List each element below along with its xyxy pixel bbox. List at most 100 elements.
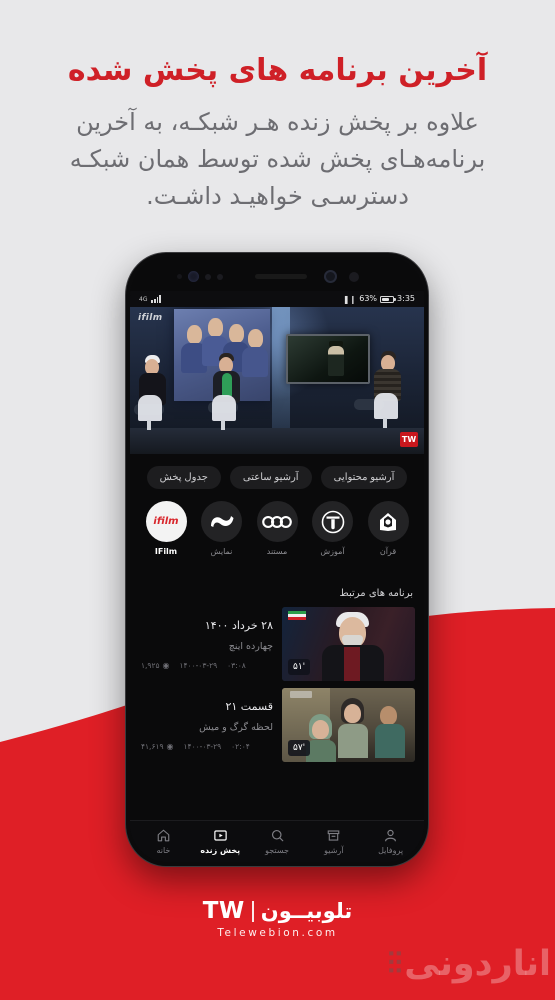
brand-divider: [251, 900, 254, 922]
headline-block: آخرین برنامه های پخش شده علاوه بر پخش زن…: [0, 52, 555, 215]
archive-tabs-row: آرشیو محتوایی آرشیو ساعتی جدول پخش: [130, 454, 424, 500]
duration-badge: ۵۱': [288, 659, 311, 675]
program-stats: ◉ ۴۱,۶۱۹ ۱۴۰۰-۰۳-۲۹ ۰۲:۰۴: [141, 742, 273, 751]
list-item[interactable]: ۵۱' ۲۸ خرداد ۱۴۰۰ چهارده اینچ ◉ ۱,۹۲۵ ۱۴…: [130, 607, 424, 688]
nav-label: آرشیو: [324, 846, 344, 855]
program-thumbnail[interactable]: ۵۱': [282, 607, 415, 681]
brand-name-en: TW: [202, 898, 245, 924]
program-thumbnail[interactable]: ۵۷': [282, 688, 415, 762]
profile-icon: [383, 828, 398, 843]
program-subtitle: چهارده اینچ: [228, 640, 273, 652]
nav-item-home[interactable]: خانه: [137, 828, 189, 855]
page-title: آخرین برنامه های پخش شده: [67, 53, 488, 88]
sensor-dot-icon: [217, 274, 223, 280]
watermark: اناردونی ⫶⫶: [387, 947, 551, 982]
channel-item-namayesh[interactable]: نمایش: [200, 501, 244, 556]
studio-tv-screen: [286, 334, 370, 384]
brand-name-fa: تلوبیــون: [260, 899, 353, 923]
list-item[interactable]: ۵۷' قسمت ۲۱ لحظه گرگ و میش ◉ ۴۱,۶۱۹ ۱۴۰۰…: [130, 688, 424, 769]
ifilm-icon: ifilm: [145, 501, 187, 542]
program-title: ۲۸ خرداد ۱۴۰۰: [204, 618, 273, 632]
nav-label: پروفایل: [378, 846, 404, 855]
views-stat: ◉ ۱,۹۲۵: [141, 661, 169, 670]
nav-item-profile[interactable]: پروفایل: [365, 828, 417, 855]
channel-label: آموزش: [320, 547, 345, 556]
amoozesh-icon: [312, 501, 353, 542]
sensor-dot-icon: [349, 272, 359, 282]
flag-overlay-icon: [288, 611, 306, 620]
time-stat: ۰۳:۰۸: [227, 660, 246, 670]
vibrate-icon: ❚❙: [342, 294, 357, 304]
signal-strength-icon: [151, 295, 161, 303]
channel-label: نمایش: [210, 547, 233, 556]
network-type-label: 4G: [139, 295, 148, 303]
watermark-text: اناردونی: [404, 944, 551, 984]
sensor-dot-icon: [205, 274, 211, 280]
nav-label: خانه: [156, 846, 171, 855]
proximity-sensor-icon: [324, 270, 337, 283]
duration-badge: ۵۷': [288, 740, 311, 756]
tw-watermark: TW: [400, 432, 418, 447]
bottom-navigation: خانه پخش زنده جستجو آرشیو پروفایل: [130, 820, 424, 862]
program-meta: قسمت ۲۱ لحظه گرگ و میش ◉ ۴۱,۶۱۹ ۱۴۰۰-۰۳-…: [139, 688, 273, 762]
footer-brand: تلوبیــون TW Telewebion.com: [0, 898, 555, 939]
nav-label: جستجو: [265, 846, 289, 855]
views-count: ۴۱,۶۱۹: [141, 741, 164, 751]
channel-logo-overlay-icon: [290, 691, 312, 698]
phone-top-bezel: [130, 257, 424, 291]
nav-item-live[interactable]: پخش زنده: [194, 828, 246, 855]
time-stat: ۰۲:۰۴: [231, 741, 250, 751]
sensor-dot-icon: [177, 274, 182, 279]
channel-item-ifilm[interactable]: ifilm IFilm: [144, 501, 188, 556]
status-bar-left: 4G: [139, 295, 161, 303]
tab-content-archive[interactable]: آرشیو محتوایی: [320, 465, 408, 489]
search-icon: [270, 828, 285, 843]
related-programs-heading: برنامه های مرتبط: [339, 588, 413, 599]
earpiece-speaker: [255, 274, 307, 279]
eye-icon: ◉: [166, 741, 174, 751]
watermark-logo-icon: ⫶⫶: [387, 946, 403, 982]
status-bar: 4G ❚❙ 63% 3:35: [130, 291, 424, 307]
ifilm-watermark: ifilm: [138, 313, 163, 323]
quran-icon: [367, 501, 409, 542]
phone-screen: 4G ❚❙ 63% 3:35 ifilm TW آرشیو محتوایی آر…: [130, 257, 424, 862]
brand-lockup: تلوبیــون TW: [0, 898, 555, 924]
video-player[interactable]: ifilm TW: [130, 307, 424, 454]
nav-item-search[interactable]: جستجو: [251, 828, 303, 855]
program-subtitle: لحظه گرگ و میش: [199, 721, 273, 733]
program-title: قسمت ۲۱: [225, 699, 273, 713]
date-stat: ۱۴۰۰-۰۳-۲۹: [179, 660, 218, 670]
clock-label: 3:35: [397, 294, 415, 303]
channel-label: مستند: [266, 547, 288, 556]
namayesh-icon: [201, 501, 242, 542]
program-stats: ◉ ۱,۹۲۵ ۱۴۰۰-۰۳-۲۹ ۰۳:۰۸: [141, 661, 273, 670]
program-meta: ۲۸ خرداد ۱۴۰۰ چهارده اینچ ◉ ۱,۹۲۵ ۱۴۰۰-۰…: [139, 607, 273, 681]
live-play-icon: [213, 828, 228, 843]
views-stat: ◉ ۴۱,۶۱۹: [141, 742, 174, 751]
tab-hourly-archive[interactable]: آرشیو ساعتی: [229, 465, 312, 489]
page-subtitle: علاوه بر پخش زنده هـر شبکـه، به آخرین بر…: [69, 107, 486, 210]
archive-icon: [326, 828, 341, 843]
battery-icon: [380, 295, 396, 303]
nav-item-archive[interactable]: آرشیو: [308, 828, 360, 855]
channel-item-quran[interactable]: قرآن: [366, 501, 410, 556]
tab-broadcast-schedule[interactable]: جدول پخش: [146, 465, 221, 489]
channel-list: قرآن آموزش مستند نمایش ifilm IFilm: [130, 500, 424, 578]
nav-label: پخش زنده: [200, 846, 241, 855]
eye-icon: ◉: [162, 660, 170, 670]
views-count: ۱,۹۲۵: [141, 660, 160, 670]
brand-url: Telewebion.com: [217, 927, 338, 939]
video-scene-artwork: ifilm TW: [130, 307, 424, 454]
channel-item-amoozesh[interactable]: آموزش: [311, 501, 355, 556]
status-bar-right: ❚❙ 63% 3:35: [343, 295, 415, 304]
channel-item-mostanad[interactable]: مستند: [255, 501, 299, 556]
phone-mockup: 4G ❚❙ 63% 3:35 ifilm TW آرشیو محتوایی آر…: [126, 253, 428, 866]
channel-label: قرآن: [379, 547, 397, 556]
mostanad-icon: [256, 501, 298, 542]
front-camera-icon: [188, 271, 199, 282]
battery-percent-label: 63%: [359, 294, 378, 303]
related-programs-section: برنامه های مرتبط ۵۱' ۲۸ خرداد ۱۴۰۰ چهارد…: [130, 578, 424, 820]
home-icon: [156, 828, 171, 843]
date-stat: ۱۴۰۰-۰۳-۲۹: [183, 741, 222, 751]
channel-label: IFilm: [154, 547, 178, 556]
